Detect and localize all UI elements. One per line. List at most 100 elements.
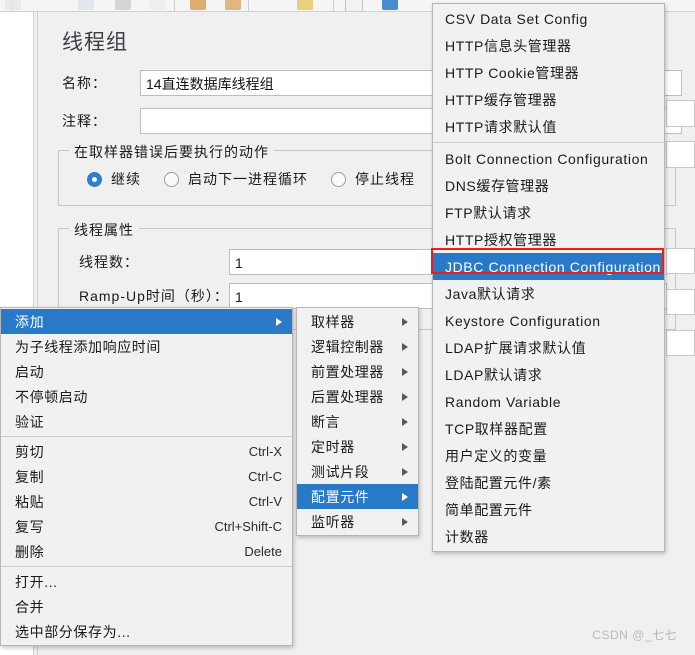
start-icon[interactable] (382, 0, 398, 10)
context-menu-item[interactable]: 启动 (1, 359, 292, 384)
config-submenu-item[interactable]: HTTP请求默认值 (433, 113, 664, 140)
config-submenu-item[interactable]: FTP默认请求 (433, 199, 664, 226)
chevron-right-icon (402, 467, 408, 476)
config-submenu-item[interactable]: HTTP信息头管理器 (433, 32, 664, 59)
context-menu-item[interactable]: 为子线程添加响应时间 (1, 334, 292, 359)
background-field-row (666, 248, 695, 274)
context-menu-item-label: 添加 (15, 313, 45, 330)
save-icon[interactable] (150, 0, 166, 10)
config-submenu-item[interactable]: 简单配置元件 (433, 496, 664, 523)
toolbar-separator (333, 0, 334, 11)
context-menu-item[interactable]: 合并 (1, 594, 292, 619)
config-submenu-item[interactable]: Random Variable (433, 388, 664, 415)
context-menu-item-label: 打开... (15, 573, 58, 590)
cut-icon[interactable] (190, 0, 206, 10)
add-submenu-item-label: 测试片段 (311, 463, 370, 480)
config-submenu-item-label: HTTP授权管理器 (445, 231, 557, 248)
add-submenu-item[interactable]: 后置处理器 (297, 384, 418, 409)
config-submenu-item[interactable]: CSV Data Set Config (433, 5, 664, 32)
context-menu-item-label: 不停顿启动 (15, 388, 88, 405)
new-icon[interactable] (5, 0, 21, 10)
add-submenu-item-label: 逻辑控制器 (311, 338, 384, 355)
context-menu-item[interactable]: 打开... (1, 569, 292, 594)
context-menu-item[interactable]: 选中部分保存为... (1, 619, 292, 644)
add-submenu-item-label: 定时器 (311, 438, 355, 455)
context-menu-item[interactable]: 删除 Delete (1, 539, 292, 564)
config-submenu-item[interactable]: 计数器 (433, 523, 664, 550)
context-menu-item-label: 验证 (15, 413, 45, 430)
chevron-right-icon (402, 442, 408, 451)
config-submenu-item-label: DNS缓存管理器 (445, 177, 550, 194)
config-submenu-item[interactable]: TCP取样器配置 (433, 415, 664, 442)
config-submenu-item[interactable]: HTTP授权管理器 (433, 226, 664, 253)
config-submenu-item-label: HTTP缓存管理器 (445, 91, 557, 108)
config-submenu-item[interactable]: 登陆配置元件/素 (433, 469, 664, 496)
name-label: 名称： (62, 75, 107, 91)
config-submenu-item[interactable]: LDAP默认请求 (433, 361, 664, 388)
add-submenu-item[interactable]: 逻辑控制器 (297, 334, 418, 359)
add-submenu-item[interactable]: 监听器 (297, 509, 418, 534)
context-menu-item[interactable]: 剪切 Ctrl-X (1, 439, 292, 464)
radio-continue[interactable] (87, 171, 102, 187)
radio-start-next-loop[interactable] (164, 171, 179, 187)
add-submenu-item[interactable]: 配置元件 (297, 484, 418, 509)
context-menu-item[interactable]: 复写 Ctrl+Shift-C (1, 514, 292, 539)
config-submenu-item[interactable]: HTTP缓存管理器 (433, 86, 664, 113)
add-submenu-item[interactable]: 取样器 (297, 309, 418, 334)
background-field-row (666, 330, 695, 356)
context-menu-item[interactable]: 验证 (1, 409, 292, 434)
context-menu-separator (1, 436, 292, 437)
context-menu-item-shortcut: Ctrl-X (248, 444, 282, 459)
ramp-up-label: Ramp-Up时间（秒）： (79, 288, 229, 304)
context-menu[interactable]: 添加 为子线程添加响应时间 启动 不停顿启动 验证 剪切 Ctrl-X 复制 Ctrl-C 粘贴 C… (0, 307, 293, 646)
config-submenu-item[interactable]: 用户定义的变量 (433, 442, 664, 469)
open-icon[interactable] (115, 0, 131, 10)
config-submenu-item[interactable]: Java默认请求 (433, 280, 664, 307)
config-submenu-item[interactable]: DNS缓存管理器 (433, 172, 664, 199)
copy-icon[interactable] (225, 0, 241, 10)
chevron-right-icon (402, 367, 408, 376)
paste-icon[interactable] (297, 0, 313, 10)
radio-stop-thread[interactable] (331, 171, 346, 187)
context-menu-item-label: 删除 (15, 543, 45, 560)
context-menu-item[interactable]: 粘贴 Ctrl-V (1, 489, 292, 514)
config-submenu-item[interactable]: Bolt Connection Configuration (433, 145, 664, 172)
add-submenu-item-label: 配置元件 (311, 488, 370, 505)
config-submenu-item-label: Java默认请求 (445, 285, 536, 302)
config-submenu-item[interactable]: JDBC Connection Configuration (433, 253, 664, 280)
config-submenu-item-label: HTTP信息头管理器 (445, 37, 572, 54)
clear-icon[interactable] (345, 0, 363, 11)
context-menu-separator (1, 566, 292, 567)
add-submenu-item-label: 监听器 (311, 513, 355, 530)
config-element-submenu[interactable]: CSV Data Set Config HTTP信息头管理器 HTTP Cookie… (432, 3, 665, 552)
context-menu-item[interactable]: 复制 Ctrl-C (1, 464, 292, 489)
background-field-row (666, 289, 695, 315)
context-menu-item-shortcut: Ctrl-C (248, 469, 282, 484)
chevron-right-icon (402, 317, 408, 326)
context-menu-item-label: 选中部分保存为... (15, 623, 131, 640)
add-submenu-item[interactable]: 定时器 (297, 434, 418, 459)
chevron-right-icon (402, 392, 408, 401)
templates-icon[interactable] (78, 0, 94, 10)
config-submenu-item[interactable]: Keystore Configuration (433, 307, 664, 334)
config-submenu-item-label: 简单配置元件 (445, 501, 533, 518)
context-menu-item-label: 合并 (15, 598, 45, 615)
config-submenu-item-label: HTTP Cookie管理器 (445, 64, 580, 81)
add-submenu-item-label: 后置处理器 (311, 388, 384, 405)
chevron-right-icon (402, 517, 408, 526)
config-submenu-item[interactable]: HTTP Cookie管理器 (433, 59, 664, 86)
context-menu-item[interactable]: 添加 (1, 309, 292, 334)
add-submenu-item[interactable]: 前置处理器 (297, 359, 418, 384)
add-submenu-item[interactable]: 测试片段 (297, 459, 418, 484)
config-submenu-item-label: LDAP默认请求 (445, 366, 543, 383)
config-submenu-item[interactable]: LDAP扩展请求默认值 (433, 334, 664, 361)
config-submenu-item-label: TCP取样器配置 (445, 420, 548, 437)
add-submenu-item[interactable]: 断言 (297, 409, 418, 434)
context-menu-item-label: 复制 (15, 468, 45, 485)
add-submenu-item-label: 前置处理器 (311, 363, 384, 380)
add-submenu[interactable]: 取样器逻辑控制器前置处理器后置处理器断言定时器测试片段配置元件监听器 (296, 307, 419, 536)
context-menu-item-label: 粘贴 (15, 493, 45, 510)
config-submenu-separator (433, 142, 664, 143)
context-menu-item[interactable]: 不停顿启动 (1, 384, 292, 409)
chevron-right-icon (402, 492, 408, 501)
